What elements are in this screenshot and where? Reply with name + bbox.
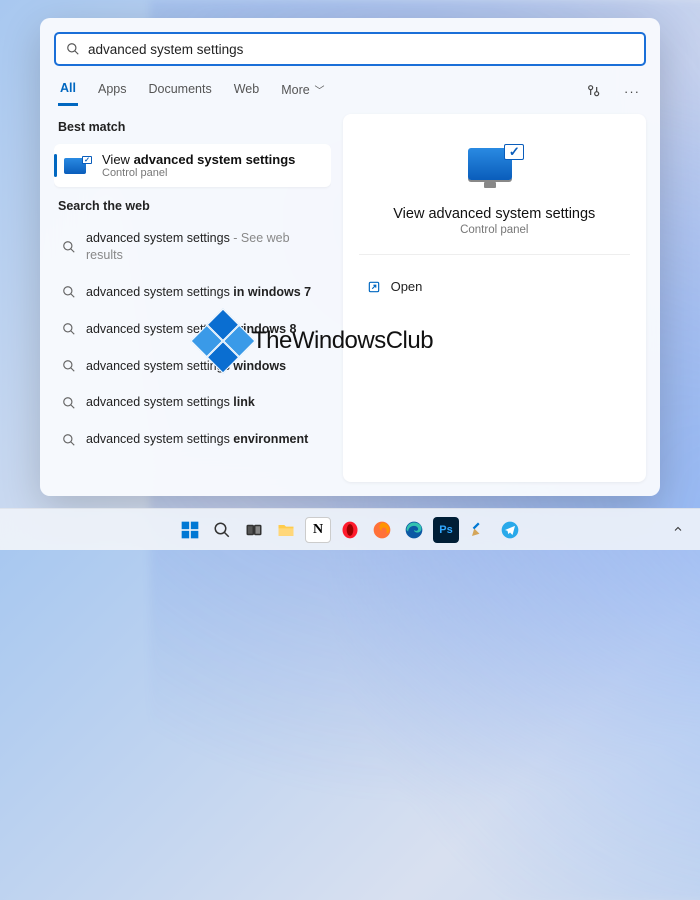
best-match-result[interactable]: ✓ View advanced system settings Control … — [54, 144, 331, 187]
taskbar-opera-icon[interactable] — [337, 517, 363, 543]
search-icon — [62, 285, 76, 299]
results-column: Best match ✓ View advanced system settin… — [54, 114, 331, 482]
web-result[interactable]: advanced system settings windows 8 — [54, 314, 331, 345]
tab-all[interactable]: All — [58, 77, 78, 106]
search-bar[interactable] — [54, 32, 646, 66]
taskbar-taskview-icon[interactable] — [241, 517, 267, 543]
taskbar-search-icon[interactable] — [209, 517, 235, 543]
taskbar-show-hidden-icon[interactable] — [668, 519, 688, 539]
best-match-subtitle: Control panel — [102, 167, 295, 179]
chevron-down-icon: ﹀ — [312, 86, 325, 97]
more-options-icon[interactable]: ··· — [622, 81, 642, 101]
tab-documents[interactable]: Documents — [146, 78, 213, 104]
best-match-title: View advanced system settings — [102, 152, 295, 167]
tab-more[interactable]: More ﹀ — [279, 78, 326, 105]
search-icon — [66, 42, 80, 56]
web-result[interactable]: advanced system settings link — [54, 387, 331, 418]
taskbar-edge-icon[interactable] — [401, 517, 427, 543]
search-input[interactable] — [88, 42, 634, 57]
taskbar-telegram-icon[interactable] — [497, 517, 523, 543]
tab-apps[interactable]: Apps — [96, 78, 129, 104]
web-result[interactable]: advanced system settings windows — [54, 351, 331, 382]
system-settings-icon: ✓ — [462, 144, 526, 192]
divider — [359, 254, 630, 255]
taskbar-photoshop-icon[interactable]: Ps — [433, 517, 459, 543]
system-settings-icon: ✓ — [64, 156, 92, 176]
tab-web[interactable]: Web — [232, 78, 261, 104]
web-result[interactable]: advanced system settings in windows 7 — [54, 277, 331, 308]
open-icon — [367, 280, 381, 294]
search-icon — [62, 433, 76, 447]
taskbar-paint-icon[interactable] — [465, 517, 491, 543]
search-panel: All Apps Documents Web More ﹀ ··· Best m… — [40, 18, 660, 496]
best-match-heading: Best match — [54, 114, 331, 138]
web-result[interactable]: advanced system settings environment — [54, 424, 331, 455]
web-result[interactable]: advanced system settings - See web resul… — [54, 223, 331, 271]
filter-tabs: All Apps Documents Web More ﹀ ··· — [40, 76, 660, 106]
preview-pane: ✓ View advanced system settings Control … — [343, 114, 646, 482]
taskbar-notion-icon[interactable]: N — [305, 517, 331, 543]
taskbar-start-icon[interactable] — [177, 517, 203, 543]
taskbar-firefox-icon[interactable] — [369, 517, 395, 543]
search-icon — [62, 396, 76, 410]
search-icon — [62, 359, 76, 373]
search-web-heading: Search the web — [54, 193, 331, 217]
preview-subtitle: Control panel — [363, 224, 626, 236]
search-icon — [62, 240, 76, 254]
preview-title: View advanced system settings — [363, 206, 626, 222]
taskbar: N Ps — [0, 508, 700, 550]
search-icon — [62, 322, 76, 336]
taskbar-explorer-icon[interactable] — [273, 517, 299, 543]
open-action[interactable]: Open — [363, 273, 626, 300]
open-label: Open — [391, 279, 423, 294]
quick-search-icon[interactable] — [584, 81, 604, 101]
